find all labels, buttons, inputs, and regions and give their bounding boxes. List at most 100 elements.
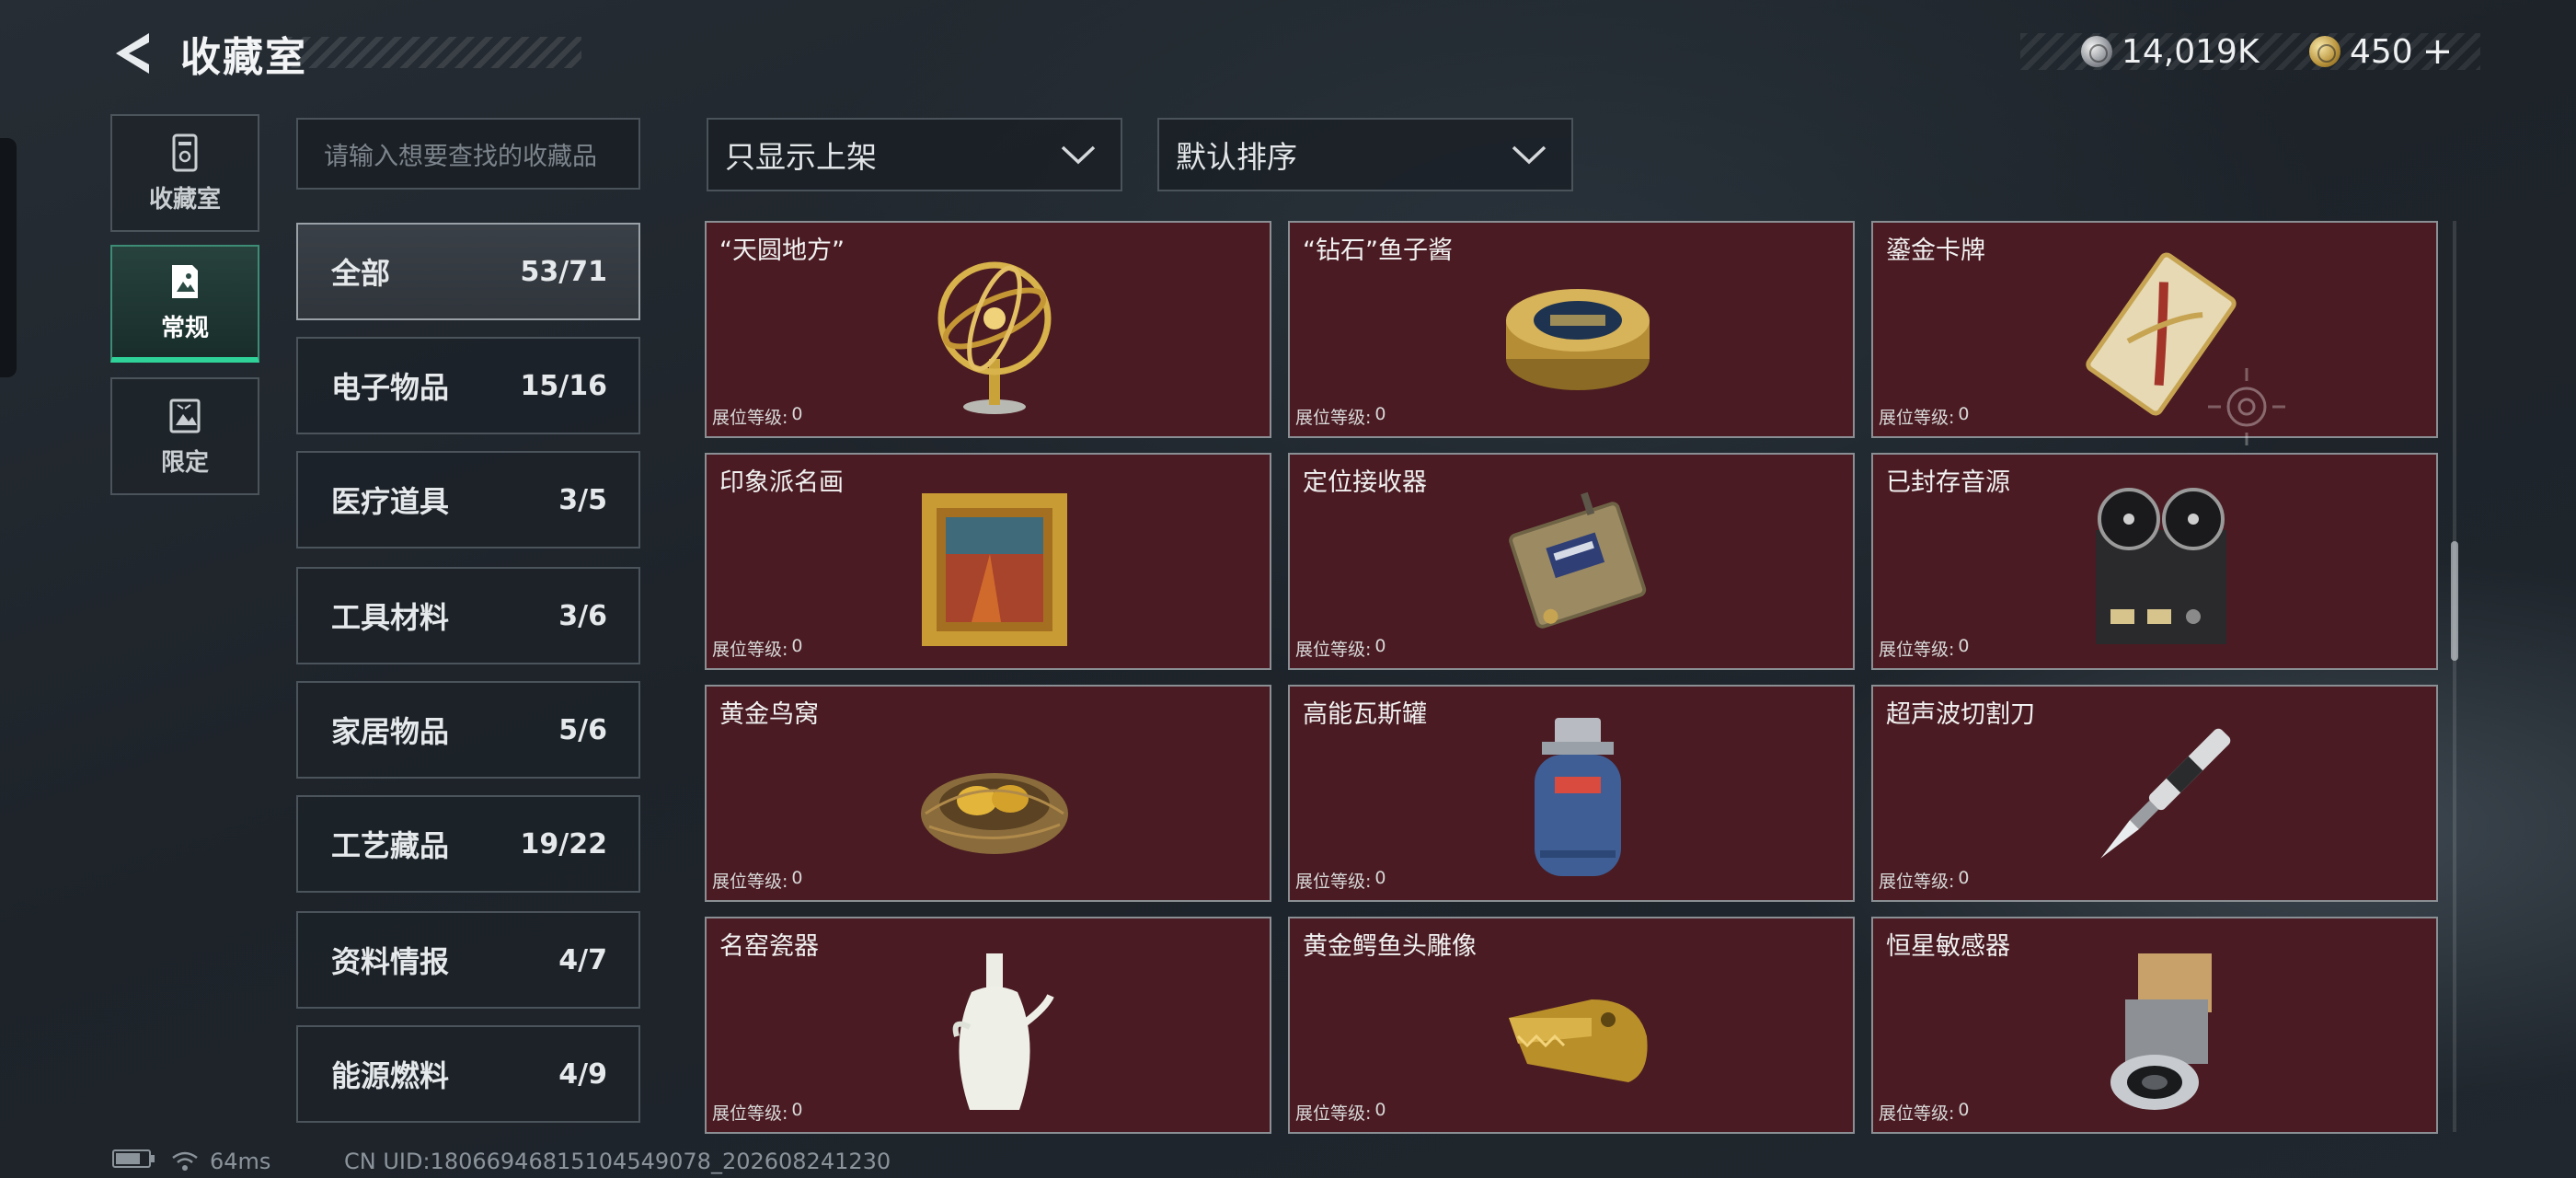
item-card[interactable]: 鎏金卡牌 展位等级: 0: [1871, 221, 2438, 438]
network-status: 64ms: [171, 1149, 270, 1174]
level-value: 0: [1958, 636, 1970, 656]
item-card[interactable]: 超声波切割刀 展位等级: 0: [1871, 685, 2438, 902]
page-title: 收藏室: [180, 34, 307, 81]
category-label: 电子物品: [331, 370, 450, 405]
level-value: 0: [1374, 404, 1386, 424]
collection-room-icon: [172, 133, 198, 171]
item-card[interactable]: “钻石”鱼子酱 展位等级: 0: [1288, 221, 1855, 438]
category-label: 全部: [331, 256, 391, 291]
level-value: 0: [791, 636, 803, 656]
star-sensor-icon: [2110, 953, 2212, 1110]
scrollbar-thumb[interactable]: [2451, 541, 2458, 661]
item-level: 展位等级: 0: [1295, 404, 1386, 429]
gold-crocodile-head-icon: [1509, 999, 1648, 1082]
tab-collection-room[interactable]: 收藏室: [110, 114, 259, 232]
add-currency-icon[interactable]: +: [2422, 30, 2454, 73]
item-name: 印象派名画: [719, 468, 844, 497]
category-count: 3/5: [558, 483, 607, 516]
category-household[interactable]: 家居物品 5/6: [296, 681, 640, 779]
item-name: 超声波切割刀: [1886, 700, 2035, 729]
gas-canister-icon: [1535, 718, 1621, 876]
level-label: 展位等级:: [1879, 408, 1955, 428]
category-all[interactable]: 全部 53/71: [296, 223, 640, 320]
level-label: 展位等级:: [1295, 408, 1372, 428]
category-medical[interactable]: 医疗道具 3/5: [296, 451, 640, 549]
ultrasonic-cutter-icon: [2100, 728, 2231, 859]
tab-regular-label: 常规: [160, 314, 209, 342]
display-filter-dropdown[interactable]: 只显示上架: [707, 118, 1122, 191]
category-count: 5/6: [558, 713, 607, 746]
search-input[interactable]: 请输入想要查找的收藏品: [296, 118, 640, 190]
category-count: 4/7: [558, 943, 607, 976]
item-name: 高能瓦斯罐: [1303, 700, 1427, 729]
regular-icon: [172, 264, 198, 298]
item-card[interactable]: 印象派名画 展位等级: 0: [705, 453, 1271, 670]
search-placeholder: 请输入想要查找的收藏品: [324, 142, 597, 171]
ping-value: 64ms: [210, 1149, 271, 1174]
item-card[interactable]: “天圆地方” 展位等级: 0: [705, 221, 1271, 438]
armillary-sphere-icon: [937, 261, 1052, 414]
item-card[interactable]: 已封存音源 展位等级: 0: [1871, 453, 2438, 670]
silver-currency: 14,019K: [2081, 28, 2260, 75]
level-value: 0: [1374, 868, 1386, 888]
category-intel[interactable]: 资料情报 4/7: [296, 911, 640, 1009]
item-level: 展位等级: 0: [712, 868, 803, 893]
item-card[interactable]: 黄金鳄鱼头雕像 展位等级: 0: [1288, 917, 1855, 1134]
screen-edge: [0, 138, 17, 377]
item-card[interactable]: 黄金鸟窝 展位等级: 0: [705, 685, 1271, 902]
level-value: 0: [1958, 868, 1970, 888]
item-level: 展位等级: 0: [712, 1100, 803, 1125]
level-label: 展位等级:: [712, 408, 788, 428]
gold-currency-value: 450: [2350, 32, 2413, 71]
gold-coin-icon: [2309, 36, 2340, 67]
tab-regular[interactable]: 常规: [110, 245, 259, 363]
locator-receiver-icon: [1509, 491, 1647, 629]
item-name: 黄金鳄鱼头雕像: [1303, 932, 1477, 961]
item-card[interactable]: 定位接收器 展位等级: 0: [1288, 453, 1855, 670]
item-level: 展位等级: 0: [1879, 1100, 1970, 1125]
gold-currency[interactable]: 450 +: [2309, 28, 2453, 75]
item-level: 展位等级: 0: [1295, 868, 1386, 893]
chevron-down-icon: [1061, 145, 1096, 165]
tab-limited[interactable]: 限定: [110, 377, 259, 495]
scrollbar-track[interactable]: [2453, 221, 2456, 1132]
level-value: 0: [1958, 404, 1970, 424]
item-name: 名窑瓷器: [719, 932, 819, 961]
category-energy[interactable]: 能源燃料 4/9: [296, 1025, 640, 1123]
category-count: 15/16: [520, 369, 607, 402]
level-label: 展位等级:: [1879, 640, 1955, 660]
limited-icon: [169, 398, 201, 433]
level-value: 0: [1374, 636, 1386, 656]
level-label: 展位等级:: [1295, 1103, 1372, 1124]
item-card[interactable]: 名窑瓷器 展位等级: 0: [705, 917, 1271, 1134]
item-name: “钻石”鱼子酱: [1303, 237, 1453, 265]
level-label: 展位等级:: [1879, 872, 1955, 892]
category-label: 工艺藏品: [331, 828, 450, 863]
silver-coin-icon: [2081, 36, 2112, 67]
sort-dropdown[interactable]: 默认排序: [1157, 118, 1573, 191]
item-name: 恒星敏感器: [1886, 932, 2010, 961]
title-decoration: [285, 37, 581, 68]
item-level: 展位等级: 0: [1879, 868, 1970, 893]
level-label: 展位等级:: [712, 1103, 788, 1124]
category-label: 资料情报: [331, 944, 450, 979]
back-button[interactable]: [109, 28, 160, 79]
item-card[interactable]: 恒星敏感器 展位等级: 0: [1871, 917, 2438, 1134]
uid-text: CN UID:18066946815104549078_202608241230: [344, 1149, 891, 1174]
category-tools[interactable]: 工具材料 3/6: [296, 567, 640, 664]
battery-icon: [112, 1149, 155, 1168]
silver-currency-value: 14,019K: [2122, 32, 2260, 71]
category-crafts[interactable]: 工艺藏品 19/22: [296, 795, 640, 893]
category-count: 19/22: [520, 827, 607, 860]
category-label: 医疗道具: [331, 484, 450, 519]
item-name: 定位接收器: [1303, 468, 1427, 497]
item-level: 展位等级: 0: [1295, 636, 1386, 661]
item-level: 展位等级: 0: [1879, 636, 1970, 661]
tab-limited-label: 限定: [160, 448, 209, 477]
category-electronics[interactable]: 电子物品 15/16: [296, 337, 640, 434]
framed-painting-icon: [922, 493, 1067, 646]
category-count: 4/9: [558, 1057, 607, 1091]
tab-collection-room-label: 收藏室: [148, 185, 221, 214]
level-label: 展位等级:: [1879, 1103, 1955, 1124]
item-card[interactable]: 高能瓦斯罐 展位等级: 0: [1288, 685, 1855, 902]
